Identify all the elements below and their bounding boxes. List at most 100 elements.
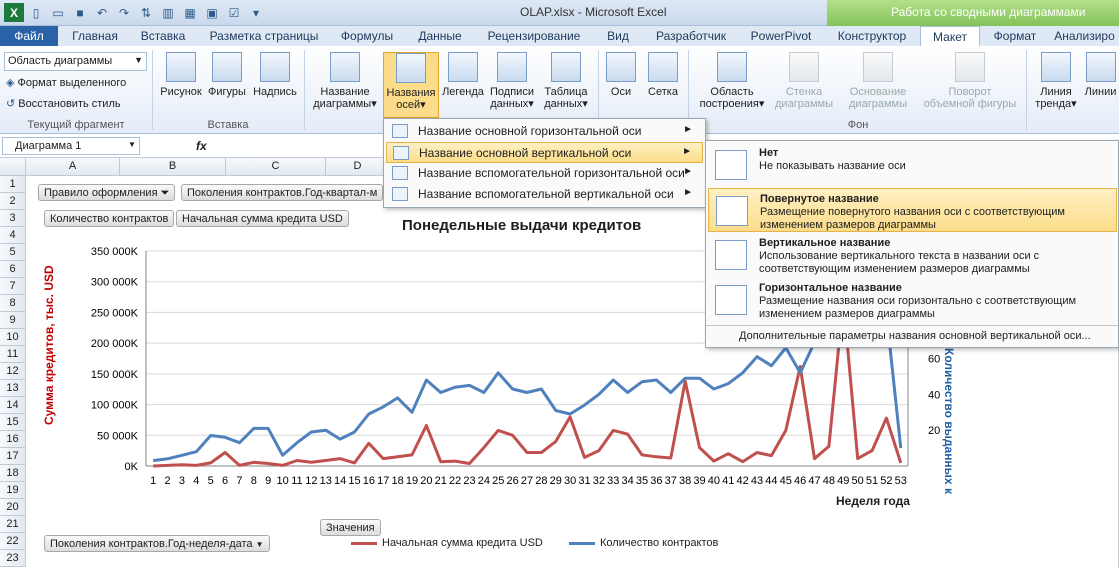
- column-header-d[interactable]: D: [326, 158, 390, 176]
- row-header[interactable]: 11: [0, 346, 26, 363]
- insert-textbox-button[interactable]: Надпись: [251, 52, 299, 98]
- row-header[interactable]: 20: [0, 499, 26, 516]
- chart-title-button[interactable]: Название диаграммы▾: [312, 52, 378, 110]
- row-header[interactable]: 2: [0, 193, 26, 210]
- row-header[interactable]: 8: [0, 295, 26, 312]
- submenu-item-none[interactable]: Нет Не показывать название оси: [708, 143, 1117, 187]
- format-selection-button[interactable]: ◈ Формат выделенного: [6, 76, 126, 89]
- insert-picture-button[interactable]: Рисунок: [158, 52, 204, 98]
- row-header[interactable]: 10: [0, 329, 26, 346]
- chevron-right-icon: ►: [682, 146, 692, 157]
- gridlines-button[interactable]: Сетка: [644, 52, 682, 98]
- checkbox-icon[interactable]: ☑: [224, 3, 244, 22]
- axes-button[interactable]: Оси: [604, 52, 638, 98]
- chart-icon[interactable]: ▥: [158, 3, 178, 22]
- row-header[interactable]: 17: [0, 448, 26, 465]
- submenu-item-title: Горизонтальное название: [759, 282, 902, 294]
- tab-page-layout[interactable]: Разметка страницы: [202, 26, 326, 46]
- preview-icon[interactable]: ▣: [202, 3, 222, 22]
- row-header[interactable]: 12: [0, 363, 26, 380]
- row-header[interactable]: 13: [0, 380, 26, 397]
- row-header[interactable]: 14: [0, 397, 26, 414]
- y2-tick-label: 60: [928, 354, 940, 366]
- tab-format[interactable]: Формат: [984, 26, 1046, 46]
- legend-item-initial-sum[interactable]: Начальная сумма кредита USD: [351, 537, 543, 549]
- row-header[interactable]: 15: [0, 414, 26, 431]
- x-tick-label: 24: [478, 475, 490, 487]
- tab-design[interactable]: Конструктор: [828, 26, 916, 46]
- primary-y-axis-title[interactable]: Сумма кредитов, тыс. USD: [42, 265, 56, 425]
- chart-wall-button[interactable]: Стенка диаграммы: [772, 52, 836, 110]
- submenu-item-horizontal[interactable]: Горизонтальное название Размещение назва…: [708, 278, 1117, 322]
- new-file-icon[interactable]: ▯: [26, 3, 46, 22]
- lines-button[interactable]: Линии: [1082, 52, 1119, 98]
- chart-floor-button[interactable]: Основание диаграммы: [842, 52, 914, 110]
- tab-view[interactable]: Вид: [596, 26, 640, 46]
- plot-area-button[interactable]: Область построения▾: [694, 52, 770, 110]
- secondary-y-axis-title[interactable]: Количество выданных к: [942, 348, 956, 498]
- menu-item-secondary-vertical-title[interactable]: Название вспомогательной вертикальной ос…: [386, 184, 703, 205]
- chart-elements-combo[interactable]: Область диаграммы ▼: [4, 52, 147, 71]
- name-box[interactable]: Диаграмма 1: [2, 137, 140, 155]
- column-header-a[interactable]: A: [26, 158, 120, 176]
- row-header[interactable]: 22: [0, 533, 26, 550]
- data-table-button[interactable]: Таблица данных▾: [540, 52, 592, 110]
- customize-qat-icon[interactable]: ▾: [246, 3, 266, 22]
- row-header[interactable]: 18: [0, 465, 26, 482]
- row-header[interactable]: 21: [0, 516, 26, 533]
- sort-icon[interactable]: ⇅: [136, 3, 156, 22]
- reset-style-button[interactable]: ↺ Восстановить стиль: [6, 97, 121, 110]
- tab-formulas[interactable]: Формулы: [332, 26, 402, 46]
- chevron-right-icon: ►: [683, 166, 693, 177]
- submenu-item-vertical[interactable]: Вертикальное название Использование верт…: [708, 233, 1117, 277]
- tab-review[interactable]: Рецензирование: [478, 26, 590, 46]
- row-header[interactable]: 3: [0, 210, 26, 227]
- tab-layout[interactable]: Макет: [920, 26, 980, 46]
- save-icon[interactable]: ■: [70, 3, 90, 22]
- tab-file[interactable]: Файл: [0, 26, 58, 46]
- more-title-options[interactable]: Дополнительные параметры названия основн…: [706, 325, 1118, 342]
- submenu-item-rotated[interactable]: Повернутое название Размещение повернуто…: [708, 188, 1117, 232]
- x-tick-label: 35: [636, 475, 648, 487]
- x-tick-label: 29: [550, 475, 562, 487]
- undo-icon[interactable]: ↶: [92, 3, 112, 22]
- tab-powerpivot[interactable]: PowerPivot: [742, 26, 820, 46]
- legend-button[interactable]: Легенда: [441, 52, 485, 98]
- grid-icon[interactable]: ▦: [180, 3, 200, 22]
- trendline-button[interactable]: Линия тренда▾: [1032, 52, 1080, 110]
- row-header[interactable]: 19: [0, 482, 26, 499]
- open-folder-icon[interactable]: ▭: [48, 3, 68, 22]
- axis-titles-button[interactable]: Названия осей▾: [383, 52, 439, 118]
- name-box-dropdown-icon[interactable]: ▼: [128, 140, 136, 149]
- column-header-c[interactable]: C: [226, 158, 326, 176]
- fx-icon[interactable]: fx: [196, 139, 207, 153]
- row-header[interactable]: 7: [0, 278, 26, 295]
- menu-item-primary-horizontal-title[interactable]: Название основной горизонтальной оси ►: [386, 121, 703, 142]
- reset-icon: ↺: [6, 98, 16, 110]
- corner-cell[interactable]: [0, 158, 26, 176]
- generations-week-button[interactable]: Поколения контрактов.Год-неделя-дата ▼: [44, 535, 270, 552]
- values-field-button[interactable]: Значения: [320, 519, 381, 536]
- menu-item-secondary-horizontal-title[interactable]: Название вспомогательной горизонтальной …: [386, 163, 703, 184]
- tab-analyze[interactable]: Анализиро: [1050, 26, 1119, 46]
- tab-insert[interactable]: Вставка: [132, 26, 194, 46]
- row-header[interactable]: 5: [0, 244, 26, 261]
- column-header-b[interactable]: B: [120, 158, 226, 176]
- tab-data[interactable]: Данные: [408, 26, 472, 46]
- insert-shapes-button[interactable]: Фигуры: [205, 52, 249, 98]
- row-header[interactable]: 4: [0, 227, 26, 244]
- tab-home[interactable]: Главная: [64, 26, 126, 46]
- row-header[interactable]: 16: [0, 431, 26, 448]
- 3d-rotation-button[interactable]: Поворот объемной фигуры: [918, 52, 1022, 110]
- menu-item-primary-vertical-title[interactable]: Название основной вертикальной оси ►: [386, 142, 703, 163]
- legend-item-contracts[interactable]: Количество контрактов: [569, 537, 718, 549]
- row-header[interactable]: 1: [0, 176, 26, 193]
- tab-developer[interactable]: Разработчик: [646, 26, 736, 46]
- x-axis-title[interactable]: Неделя года: [836, 494, 910, 508]
- row-header[interactable]: 23: [0, 550, 26, 567]
- row-header[interactable]: 9: [0, 312, 26, 329]
- data-labels-button[interactable]: Подписи данных▾: [488, 52, 536, 110]
- y-tick-label: 50 000K: [97, 430, 139, 442]
- redo-icon[interactable]: ↷: [114, 3, 134, 22]
- row-header[interactable]: 6: [0, 261, 26, 278]
